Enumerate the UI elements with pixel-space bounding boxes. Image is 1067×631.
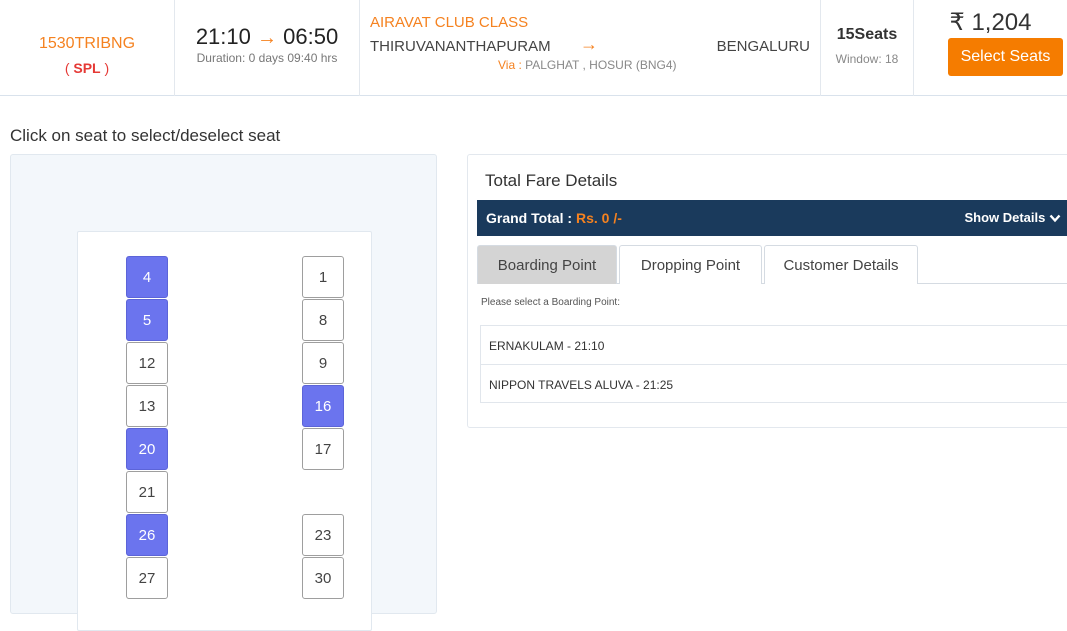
seat[interactable]: 30: [302, 557, 344, 599]
trip-times: 21:10 → 06:50: [175, 24, 359, 50]
boarding-point-option[interactable]: NIPPON TRAVELS ALUVA - 21:25: [480, 364, 1067, 403]
grand-total: Grand Total : Rs. 0 /-: [486, 210, 622, 226]
seat[interactable]: 23: [302, 514, 344, 556]
select-seats-button[interactable]: Select Seats: [948, 38, 1063, 76]
grand-total-bar: Grand Total : Rs. 0 /- Show Details: [477, 200, 1067, 236]
seat[interactable]: 8: [302, 299, 344, 341]
grand-total-label: Grand Total :: [486, 210, 573, 226]
seat[interactable]: 1: [302, 256, 344, 298]
seat[interactable]: 21: [126, 471, 168, 513]
seat[interactable]: 5: [126, 299, 168, 341]
seat[interactable]: 13: [126, 385, 168, 427]
tab-boarding-point[interactable]: Boarding Point: [477, 245, 617, 284]
via-value: PALGHAT , HOSUR (BNG4): [525, 58, 677, 72]
fare-details-title: Total Fare Details: [485, 171, 618, 190]
destination-city: BENGALURU: [716, 38, 810, 55]
grand-total-value: Rs. 0 /-: [575, 210, 622, 226]
seat[interactable]: 26: [126, 514, 168, 556]
via-stops: Via : PALGHAT , HOSUR (BNG4): [498, 58, 677, 72]
route-cell: AIRAVAT CLUB CLASS THIRUVANANTHAPURAM → …: [360, 0, 821, 96]
seat[interactable]: 9: [302, 342, 344, 384]
service-type-label: SPL: [73, 60, 101, 76]
service-cell: 1530TRIBNG ( SPL ): [0, 0, 175, 96]
seat-layout-panel: 4 5 12 13 20 21 26 27 1 8 9 16 17 23 30: [10, 154, 437, 631]
boarding-point-option[interactable]: ERNAKULAM - 21:10: [480, 325, 1067, 364]
chevron-down-icon: [1049, 214, 1061, 223]
fare-tabs: Boarding Point Dropping Point Customer D…: [477, 245, 1067, 284]
seat[interactable]: 27: [126, 557, 168, 599]
show-details-toggle[interactable]: Show Details: [964, 210, 1061, 225]
seat[interactable]: 16: [302, 385, 344, 427]
show-details-label: Show Details: [964, 210, 1046, 225]
fare-price: ₹ 1,204: [949, 9, 1032, 36]
via-label: Via :: [498, 58, 522, 72]
fare-cell: ₹ 1,204 Select Seats: [914, 0, 1067, 96]
timing-cell: 21:10 → 06:50 Duration: 0 days 09:40 hrs: [175, 0, 360, 96]
bus-deck: 4 5 12 13 20 21 26 27 1 8 9 16 17 23 30: [77, 231, 372, 631]
tab-dropping-point[interactable]: Dropping Point: [619, 245, 762, 284]
service-type: ( SPL ): [64, 60, 110, 76]
tab-customer-details[interactable]: Customer Details: [764, 245, 918, 284]
seat[interactable]: 4: [126, 256, 168, 298]
boarding-point-list: ERNAKULAM - 21:10 NIPPON TRAVELS ALUVA -…: [480, 325, 1067, 403]
seat[interactable]: 20: [126, 428, 168, 470]
seat-instruction: Click on seat to select/deselect seat: [10, 126, 281, 145]
seats-cell: 15Seats Window: 18: [821, 0, 914, 96]
bus-class: AIRAVAT CLUB CLASS: [370, 14, 529, 31]
arrival-time: 06:50: [283, 24, 339, 49]
departure-time: 21:10: [195, 24, 251, 49]
arrow-right-icon: →: [580, 34, 598, 54]
window-seats: Window: 18: [835, 52, 899, 66]
seat[interactable]: 12: [126, 342, 168, 384]
trip-summary-row: 1530TRIBNG ( SPL ) 21:10 → 06:50 Duratio…: [0, 0, 1067, 96]
fare-details-panel: Total Fare Details Grand Total : Rs. 0 /…: [467, 154, 1067, 428]
trip-duration: Duration: 0 days 09:40 hrs: [196, 51, 338, 65]
service-code: 1530TRIBNG: [38, 35, 136, 52]
origin-city: THIRUVANANTHAPURAM: [370, 38, 551, 55]
available-seats: 15Seats: [836, 26, 898, 43]
arrow-right-icon: →: [257, 27, 277, 49]
boarding-point-hint: Please select a Boarding Point:: [481, 297, 620, 308]
seat[interactable]: 17: [302, 428, 344, 470]
